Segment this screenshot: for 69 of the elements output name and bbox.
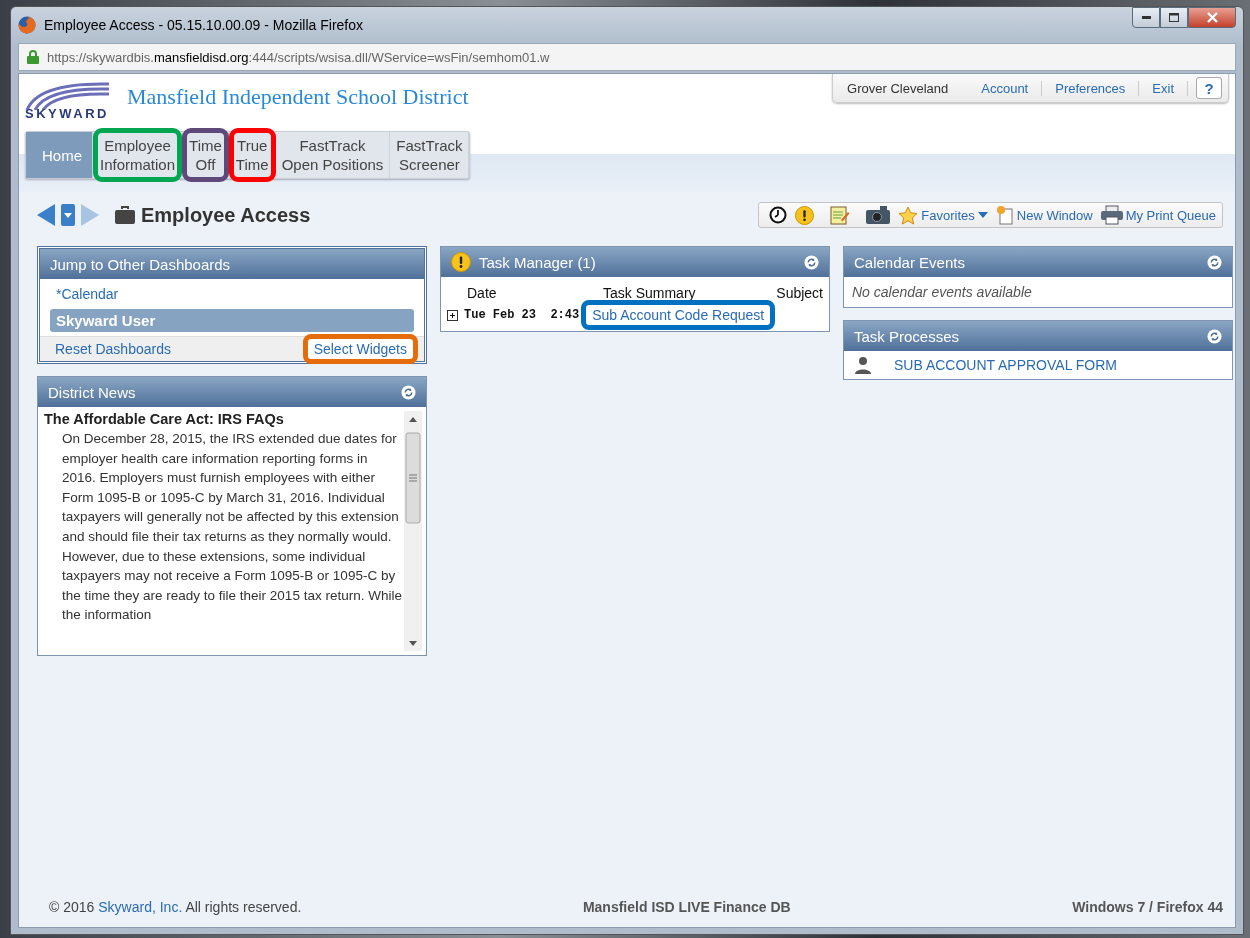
- person-icon: [854, 356, 872, 374]
- panel-title: Task Processes: [854, 327, 960, 345]
- minimize-button[interactable]: [1132, 7, 1160, 28]
- help-button[interactable]: ?: [1196, 77, 1222, 99]
- logo-text: SKYWARD: [25, 106, 109, 121]
- close-button[interactable]: [1188, 7, 1236, 28]
- nav-tab[interactable]: FastTrack Screener: [390, 132, 470, 178]
- new-page-icon: [995, 205, 1014, 225]
- news-body: On December 28, 2015, the IRS extended due dates for employer health care information reporting forms in 2016. Employers must furnish employees with either Form 1095-B or 1095-C by March 31, 2016. Individual taxpayers will generally not be affected by this extension and should file their tax returns as they normally would. However, due to these extensions, some individual taxpayers may not receive a Form 1095-B or 1095-C by the time they are ready to file their 2015 tax return. While the information: [62, 430, 403, 625]
- url-text: https://skywardbis.mansfieldisd.org:444/scripts/wsisa.dll/WService=wsFin/semhom01.w: [47, 49, 550, 65]
- maximize-button[interactable]: [1160, 7, 1188, 28]
- refresh-icon[interactable]: [804, 254, 819, 270]
- maximize-icon: [1169, 13, 1179, 22]
- refresh-icon[interactable]: [1207, 328, 1222, 344]
- task-link[interactable]: Sub Account Code Request: [581, 300, 776, 330]
- address-bar[interactable]: https://skywardbis.mansfieldisd.org:444/scripts/wsisa.dll/WService=wsFin/semhom01.w: [18, 43, 1236, 71]
- nav-tab[interactable]: Home: [26, 132, 93, 178]
- warning-icon: [795, 205, 815, 225]
- reset-dashboards-link[interactable]: Reset Dashboards: [55, 341, 171, 357]
- warning-icon: [451, 252, 471, 272]
- back-arrow-icon[interactable]: [37, 204, 55, 226]
- column-header: Date: [467, 285, 498, 301]
- minimize-icon: [1141, 15, 1151, 20]
- copyright-text: © 2016 Skyward, Inc. All rights reserved.: [49, 899, 302, 915]
- briefcase-icon: [115, 206, 135, 224]
- favorites-menu[interactable]: Favorites: [898, 205, 988, 225]
- clock-icon[interactable]: [769, 206, 788, 224]
- empty-message: No calendar events available: [851, 283, 1033, 302]
- dashboard-item[interactable]: *Calendar: [50, 283, 414, 305]
- column-header: Task Summary: [603, 285, 697, 301]
- user-name: Grover Cleveland: [847, 80, 949, 96]
- page-title: Employee Access: [141, 203, 311, 227]
- news-headline: The Affordable Care Act: IRS FAQs: [44, 411, 285, 427]
- process-link[interactable]: SUB ACCOUNT APPROVAL FORM: [894, 357, 1117, 373]
- panel-title: District News: [48, 383, 136, 401]
- panel-title: Calendar Events: [854, 253, 965, 271]
- menu-link[interactable]: Exit: [1139, 80, 1188, 96]
- select-widgets-link[interactable]: Select Widgets: [302, 334, 418, 364]
- panel-title: Jump to Other Dashboards: [50, 255, 231, 273]
- lock-icon: [27, 50, 39, 64]
- new-window-link[interactable]: New Window: [995, 205, 1093, 225]
- print-queue-link[interactable]: My Print Queue: [1100, 205, 1216, 225]
- refresh-icon[interactable]: [1207, 254, 1222, 270]
- printer-icon: [1100, 205, 1123, 225]
- column-header: Subject: [776, 285, 823, 301]
- nav-tab[interactable]: Employee Information: [93, 128, 183, 182]
- expand-icon[interactable]: [447, 309, 458, 321]
- caret-icon: [977, 212, 988, 218]
- platform-text: Windows 7 / Firefox 44: [1072, 899, 1223, 915]
- notepad-icon[interactable]: [830, 205, 851, 225]
- nav-tab[interactable]: True Time: [228, 128, 276, 182]
- menu-link[interactable]: Preferences: [1042, 80, 1140, 96]
- close-icon: [1206, 12, 1218, 23]
- company-link[interactable]: Skyward, Inc.: [98, 899, 183, 915]
- window-title: Employee Access - 05.15.10.00.09 - Mozilla Firefox: [44, 17, 364, 33]
- district-name: Mansfield Independent School District: [127, 84, 469, 110]
- refresh-icon[interactable]: [401, 384, 416, 400]
- scrollbar-drawing[interactable]: [404, 411, 422, 651]
- star-icon: [898, 205, 919, 225]
- panel-title: Task Manager (1): [479, 253, 596, 271]
- dropdown-icon[interactable]: [61, 204, 75, 226]
- arc-logo-icon: [25, 80, 109, 110]
- date-cell: Tue Feb 23 2:43: [464, 308, 580, 322]
- database-name: Mansfield ISD LIVE Finance DB: [582, 899, 791, 915]
- camera-icon[interactable]: [866, 206, 891, 224]
- nav-tab[interactable]: FastTrack Open Positions: [275, 132, 391, 178]
- browser-logo-icon: [18, 16, 36, 34]
- menu-link[interactable]: Account: [968, 80, 1043, 96]
- nav-tab[interactable]: Time Off: [182, 128, 229, 182]
